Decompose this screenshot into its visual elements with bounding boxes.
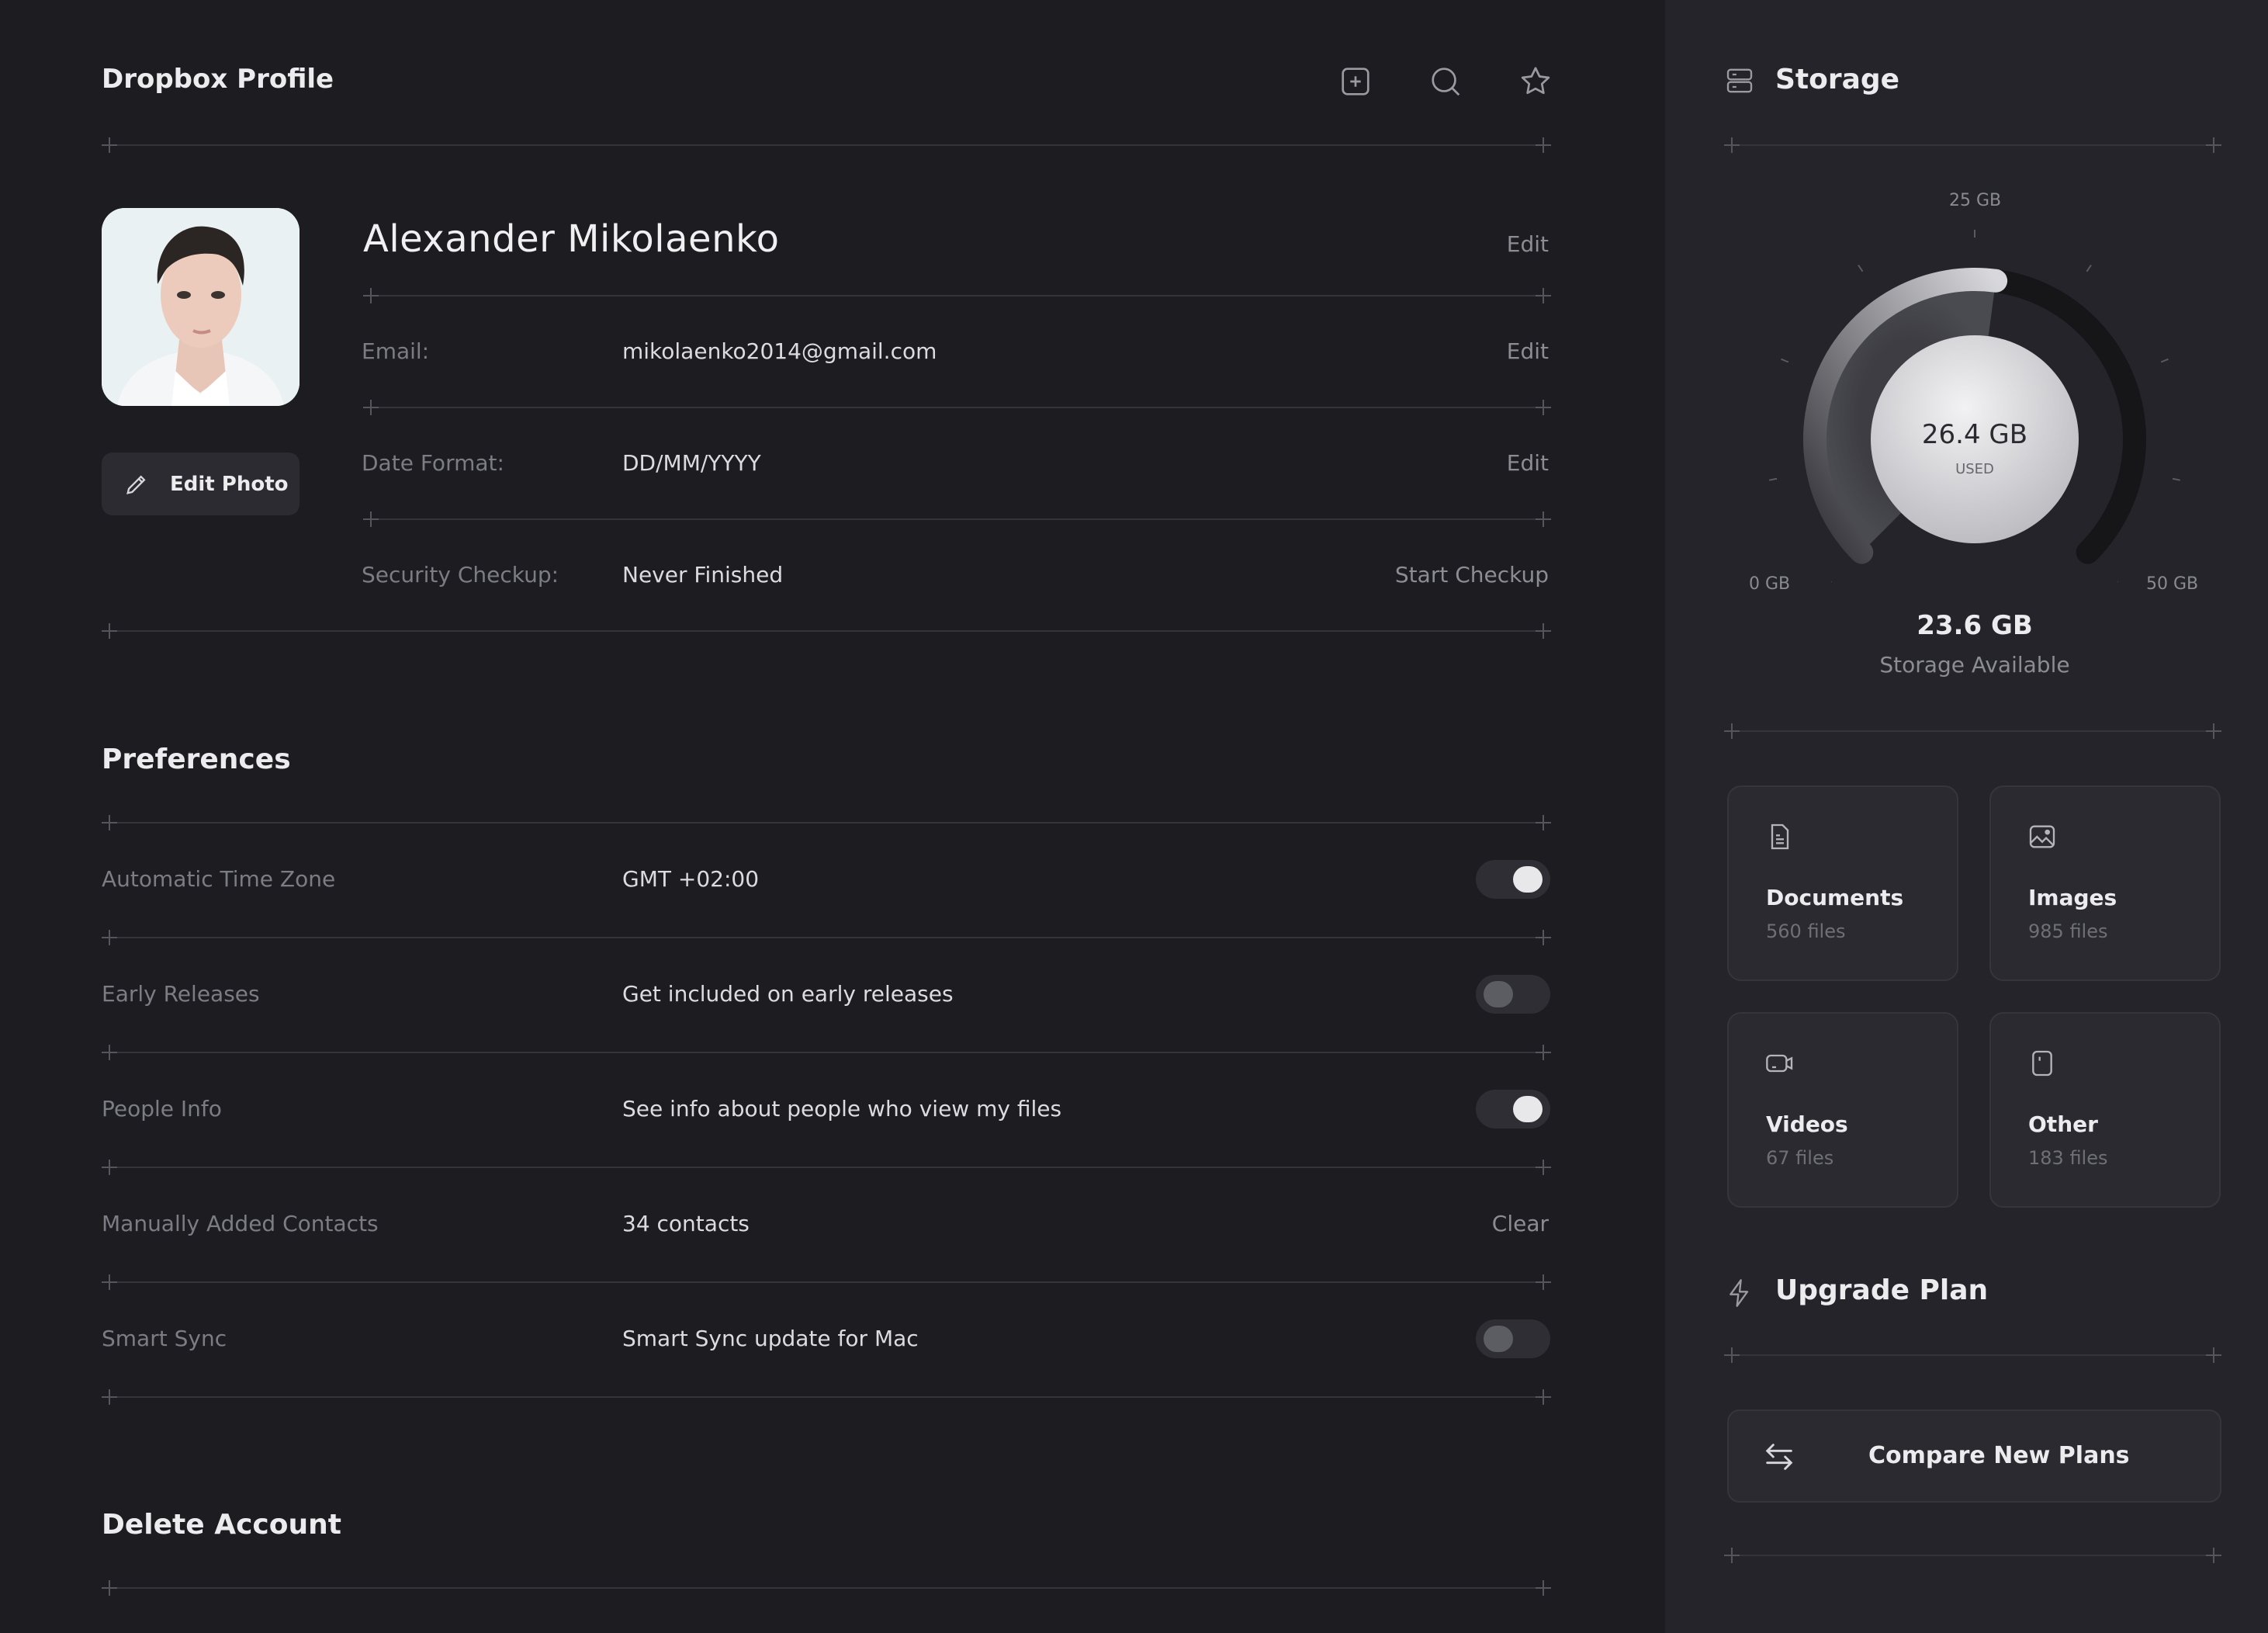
category-card-documents[interactable]: Documents 560 files <box>1727 785 1958 981</box>
toggle-knob <box>1484 981 1513 1007</box>
smart-sync-toggle[interactable] <box>1476 1319 1550 1358</box>
pref-value-time-zone: GMT +02:00 <box>622 866 760 892</box>
divider <box>1724 1347 2221 1363</box>
divider <box>1724 723 2221 739</box>
divider <box>1724 1548 2221 1563</box>
security-checkup-label: Security Checkup: <box>362 562 559 588</box>
gauge-tick <box>2086 264 2092 272</box>
pref-value-early-releases: Get included on early releases <box>622 981 954 1007</box>
date-format-value: DD/MM/YYYY <box>622 450 761 476</box>
page-title: Dropbox Profile <box>102 64 334 95</box>
category-card-images[interactable]: Images 985 files <box>1989 785 2221 981</box>
avatar <box>102 208 300 406</box>
edit-date-format-link[interactable]: Edit <box>1507 450 1549 476</box>
category-count: 183 files <box>2028 1147 2108 1169</box>
gauge-tick <box>2172 477 2181 481</box>
date-format-label: Date Format: <box>362 450 504 476</box>
category-card-videos[interactable]: Videos 67 files <box>1727 1012 1958 1208</box>
email-label: Email: <box>362 338 430 364</box>
edit-photo-button[interactable]: Edit Photo <box>102 452 300 515</box>
divider <box>102 1045 1551 1060</box>
image-icon <box>2029 825 2055 848</box>
file-icon <box>2032 1050 2052 1077</box>
pref-value-people-info: See info about people who view my files <box>622 1096 1062 1122</box>
compare-plans-button[interactable]: Compare New Plans <box>1727 1409 2221 1503</box>
email-value: mikolaenko2014@gmail.com <box>622 338 937 364</box>
category-count: 67 files <box>1766 1147 1834 1169</box>
gauge-tick <box>2160 358 2169 363</box>
star-icon[interactable] <box>1516 62 1555 101</box>
available-value: 23.6 GB <box>1917 610 2033 641</box>
profile-name: Alexander Mikolaenko <box>363 217 780 261</box>
swap-arrows-icon <box>1765 1444 1793 1470</box>
used-value: 26.4 GB <box>1921 419 2028 450</box>
gauge-mid-label: 25 GB <box>1949 191 2002 210</box>
edit-email-link[interactable]: Edit <box>1507 338 1549 364</box>
category-count: 560 files <box>1766 921 1846 942</box>
used-label: USED <box>1955 461 1994 477</box>
divider <box>102 815 1551 830</box>
divider <box>102 1580 1551 1596</box>
toggle-knob <box>1513 866 1543 893</box>
storage-gauge <box>1768 230 2181 582</box>
pref-label-smart-sync: Smart Sync <box>102 1326 227 1351</box>
search-icon[interactable] <box>1426 62 1465 101</box>
pencil-icon <box>126 474 146 494</box>
divider <box>102 623 1551 639</box>
edit-photo-label: Edit Photo <box>170 472 289 496</box>
divider <box>102 1274 1551 1290</box>
pref-label-contacts: Manually Added Contacts <box>102 1211 379 1236</box>
people-info-toggle[interactable] <box>1476 1090 1550 1129</box>
divider <box>363 400 1551 415</box>
gauge-tick <box>1858 264 1864 272</box>
divider <box>363 511 1551 527</box>
document-icon <box>1771 823 1789 850</box>
pref-label-time-zone: Automatic Time Zone <box>102 866 336 892</box>
toggle-knob <box>1513 1096 1543 1122</box>
gauge-tick <box>1768 477 1778 481</box>
preferences-title: Preferences <box>102 744 291 775</box>
gauge-tick <box>1781 358 1789 363</box>
compare-plans-label: Compare New Plans <box>1868 1442 2130 1469</box>
storage-icon <box>1726 68 1753 93</box>
category-name: Images <box>2028 885 2117 910</box>
clear-contacts-link[interactable]: Clear <box>1492 1211 1549 1236</box>
divider <box>102 930 1551 945</box>
category-name: Other <box>2028 1111 2098 1137</box>
available-label: Storage Available <box>1879 652 2070 678</box>
category-card-other[interactable]: Other 183 files <box>1989 1012 2221 1208</box>
early-releases-toggle[interactable] <box>1476 975 1550 1014</box>
edit-name-link[interactable]: Edit <box>1507 231 1549 257</box>
start-checkup-link[interactable]: Start Checkup <box>1395 562 1549 588</box>
pref-value-smart-sync: Smart Sync update for Mac <box>622 1326 919 1351</box>
pref-value-contacts: 34 contacts <box>622 1211 750 1236</box>
main-panel: Dropbox Profile Edit Photo Alexander Mik… <box>0 0 1665 1633</box>
profile-photo <box>102 208 300 406</box>
divider <box>1724 137 2221 153</box>
upgrade-title: Upgrade Plan <box>1775 1274 1989 1306</box>
category-count: 985 files <box>2028 921 2108 942</box>
pref-label-people-info: People Info <box>102 1096 222 1122</box>
security-checkup-value: Never Finished <box>622 562 784 588</box>
category-name: Videos <box>1766 1111 1848 1137</box>
divider <box>363 288 1551 303</box>
video-icon <box>1766 1054 1793 1073</box>
toggle-knob <box>1484 1326 1513 1352</box>
add-icon[interactable] <box>1336 62 1375 101</box>
divider <box>102 1160 1551 1175</box>
storage-title: Storage <box>1775 64 1900 95</box>
divider <box>102 137 1551 153</box>
divider <box>102 1389 1551 1405</box>
delete-account-title[interactable]: Delete Account <box>102 1509 341 1541</box>
pref-label-early-releases: Early Releases <box>102 981 260 1007</box>
lightning-icon <box>1730 1279 1749 1307</box>
time-zone-toggle[interactable] <box>1476 860 1550 899</box>
category-name: Documents <box>1766 885 1904 910</box>
